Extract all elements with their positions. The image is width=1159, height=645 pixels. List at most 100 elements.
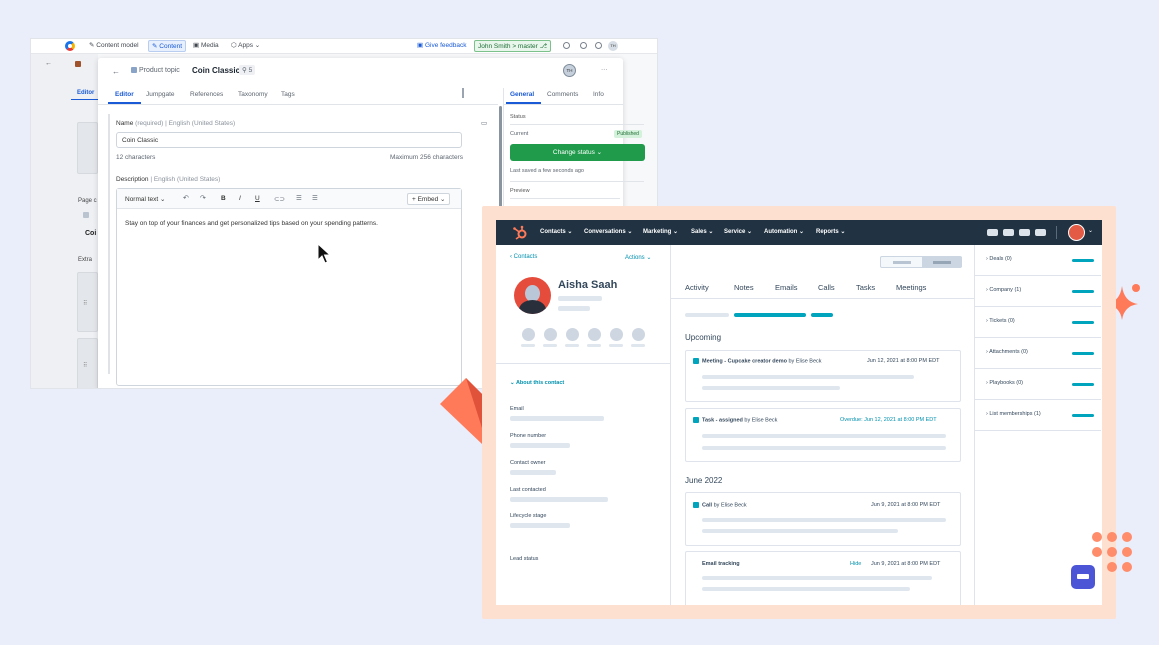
redo-icon[interactable]: ↷ — [200, 194, 206, 202]
sidebar-section-playbooks[interactable]: › Playbooks (0) — [975, 369, 1101, 400]
actions-dropdown[interactable]: Actions ⌄ — [625, 254, 651, 261]
settings-icon[interactable] — [595, 42, 602, 49]
tab-meetings[interactable]: Meetings — [896, 283, 926, 292]
more-menu-icon[interactable]: ··· — [601, 66, 608, 73]
view-toggle[interactable] — [880, 256, 962, 268]
hide-link[interactable]: Hide — [850, 561, 861, 567]
field-lead-status-label: Lead status — [510, 556, 539, 562]
field-last-contacted-value[interactable] — [510, 497, 608, 502]
nav-content[interactable]: ✎ Content — [148, 40, 187, 52]
activity-card-task[interactable]: Task - assigned by Elise Beck Overdue: J… — [685, 408, 961, 462]
reference-count-badge[interactable]: ⚲ 5 — [239, 65, 256, 75]
branch-selector[interactable]: John Smith > master ⎇ — [474, 40, 552, 52]
underline-icon[interactable]: U — [255, 195, 260, 202]
sidebar-section-company[interactable]: › Company (1) — [975, 276, 1101, 307]
filter-active-bar-2[interactable] — [811, 313, 833, 317]
nav-apps[interactable]: ⬡ Apps ⌄ — [231, 41, 260, 49]
nav-service[interactable]: Service ⌄ — [724, 228, 752, 235]
tab-activity[interactable]: Activity — [685, 283, 709, 292]
nav-utility-4[interactable] — [1035, 229, 1046, 236]
tab-notes[interactable]: Notes — [734, 283, 754, 292]
help-icon[interactable] — [580, 42, 587, 49]
tab-editor[interactable]: Editor — [115, 91, 134, 98]
name-input[interactable]: Coin Classic — [116, 132, 462, 148]
about-contact-toggle[interactable]: ⌄ About this contact — [510, 380, 564, 386]
nav-sales[interactable]: Sales ⌄ — [691, 228, 713, 235]
activity-title: Task - assigned by Elise Beck — [693, 417, 777, 423]
view-toggle-option-1[interactable] — [893, 261, 911, 264]
drag-handle-icon-2[interactable]: ⠿ — [83, 362, 87, 369]
sidebar-section-attachments[interactable]: › Attachments (0) — [975, 338, 1101, 369]
avatar-chevron-icon[interactable]: ⌄ — [1088, 227, 1093, 234]
filter-placeholder[interactable] — [685, 313, 729, 317]
back-to-contacts-link[interactable]: ‹ Contacts — [510, 254, 537, 260]
nav-conversations[interactable]: Conversations ⌄ — [584, 228, 632, 235]
field-lifecycle-value[interactable] — [510, 523, 570, 528]
drag-handle-icon[interactable]: ⠿ — [83, 300, 87, 307]
bullet-list-icon[interactable]: ☰ — [296, 194, 302, 202]
activity-card-call[interactable]: Call by Elise Beck Jun 9, 2021 at 8:00 P… — [685, 492, 961, 546]
nav-media[interactable]: ▣ Media — [193, 41, 219, 49]
field-owner-value[interactable] — [510, 470, 556, 475]
nav-utility-3[interactable] — [1019, 229, 1030, 236]
nav-utility-2[interactable] — [1003, 229, 1014, 236]
sidebar-section-deals[interactable]: › Deals (0) — [975, 245, 1101, 276]
italic-icon[interactable]: I — [239, 195, 241, 202]
tab-calls[interactable]: Calls — [818, 283, 835, 292]
bold-icon[interactable]: B — [221, 195, 226, 202]
nav-marketing[interactable]: Marketing ⌄ — [643, 228, 678, 235]
back-arrow-icon[interactable]: ← — [45, 60, 52, 67]
chat-widget-icon[interactable] — [1071, 565, 1095, 589]
action-circle-meeting[interactable] — [610, 328, 623, 341]
view-toggle-option-2-bar — [933, 261, 951, 264]
contentful-logo[interactable] — [65, 41, 75, 51]
filter-active-bar[interactable] — [734, 313, 806, 317]
section-label: › Company (1) — [986, 287, 1022, 293]
action-circle-task[interactable] — [588, 328, 601, 341]
change-status-button[interactable]: Change status ⌄ — [510, 144, 645, 161]
bg-editor-tab[interactable]: Editor — [77, 90, 94, 96]
tab-emails[interactable]: Emails — [775, 283, 798, 292]
user-avatar[interactable]: TH — [608, 41, 618, 51]
embed-button[interactable]: + Embed ⌄ — [407, 193, 451, 205]
format-select[interactable]: Normal text ⌄ — [125, 195, 166, 203]
editor-scrollbar[interactable] — [499, 106, 502, 214]
editor-scrollbar-top[interactable] — [462, 88, 464, 98]
comment-icon[interactable]: ▭ — [481, 119, 487, 127]
tab-references[interactable]: References — [190, 91, 223, 98]
content-type-label: Product topic — [131, 67, 180, 74]
description-rich-text-editor[interactable]: Normal text ⌄ ↶ ↷ B I U ⊂⊃ ☰ ☰ + Embed ⌄… — [116, 188, 462, 386]
activity-card-email-tracking[interactable]: Email tracking Hide Jun 9, 2021 at 8:00 … — [685, 551, 961, 605]
action-circle-email[interactable] — [544, 328, 557, 341]
tab-tags[interactable]: Tags — [281, 91, 295, 98]
link-icon[interactable]: ⊂⊃ — [274, 195, 285, 203]
nav-contacts[interactable]: Contacts ⌄ — [540, 228, 572, 235]
tab-tasks[interactable]: Tasks — [856, 283, 875, 292]
search-icon[interactable] — [563, 42, 570, 49]
tab-jumpgate[interactable]: Jumpgate — [146, 91, 175, 98]
action-circle-call[interactable] — [566, 328, 579, 341]
sidebar-section-list-memberships[interactable]: › List memberships (1) — [975, 400, 1101, 431]
tab-info[interactable]: Info — [593, 91, 604, 98]
tab-comments[interactable]: Comments — [547, 91, 578, 98]
numbered-list-icon[interactable]: ☰ — [312, 194, 318, 202]
nav-utility-1[interactable] — [987, 229, 998, 236]
field-email-value[interactable] — [510, 416, 604, 421]
tab-general[interactable]: General — [510, 91, 534, 98]
field-phone-value[interactable] — [510, 443, 570, 448]
give-feedback-link[interactable]: ▣ Give feedback — [417, 41, 467, 49]
hubspot-logo-icon[interactable] — [512, 225, 528, 241]
tab-taxonomy[interactable]: Taxonomy — [238, 91, 268, 98]
undo-icon[interactable]: ↶ — [183, 194, 189, 202]
section-label: › Playbooks (0) — [986, 380, 1024, 386]
back-icon[interactable]: ← — [112, 67, 120, 76]
activity-card-meeting[interactable]: Meeting - Cupcake creator demo by Elise … — [685, 350, 961, 402]
nav-content-model[interactable]: ✎ Content model — [89, 41, 139, 49]
action-circle-note[interactable] — [522, 328, 535, 341]
section-bar — [1072, 259, 1094, 262]
nav-automation[interactable]: Automation ⌄ — [764, 228, 804, 235]
nav-reports[interactable]: Reports ⌄ — [816, 228, 845, 235]
sidebar-section-tickets[interactable]: › Tickets (0) — [975, 307, 1101, 338]
user-avatar[interactable] — [1068, 224, 1085, 241]
action-circle-more[interactable] — [632, 328, 645, 341]
